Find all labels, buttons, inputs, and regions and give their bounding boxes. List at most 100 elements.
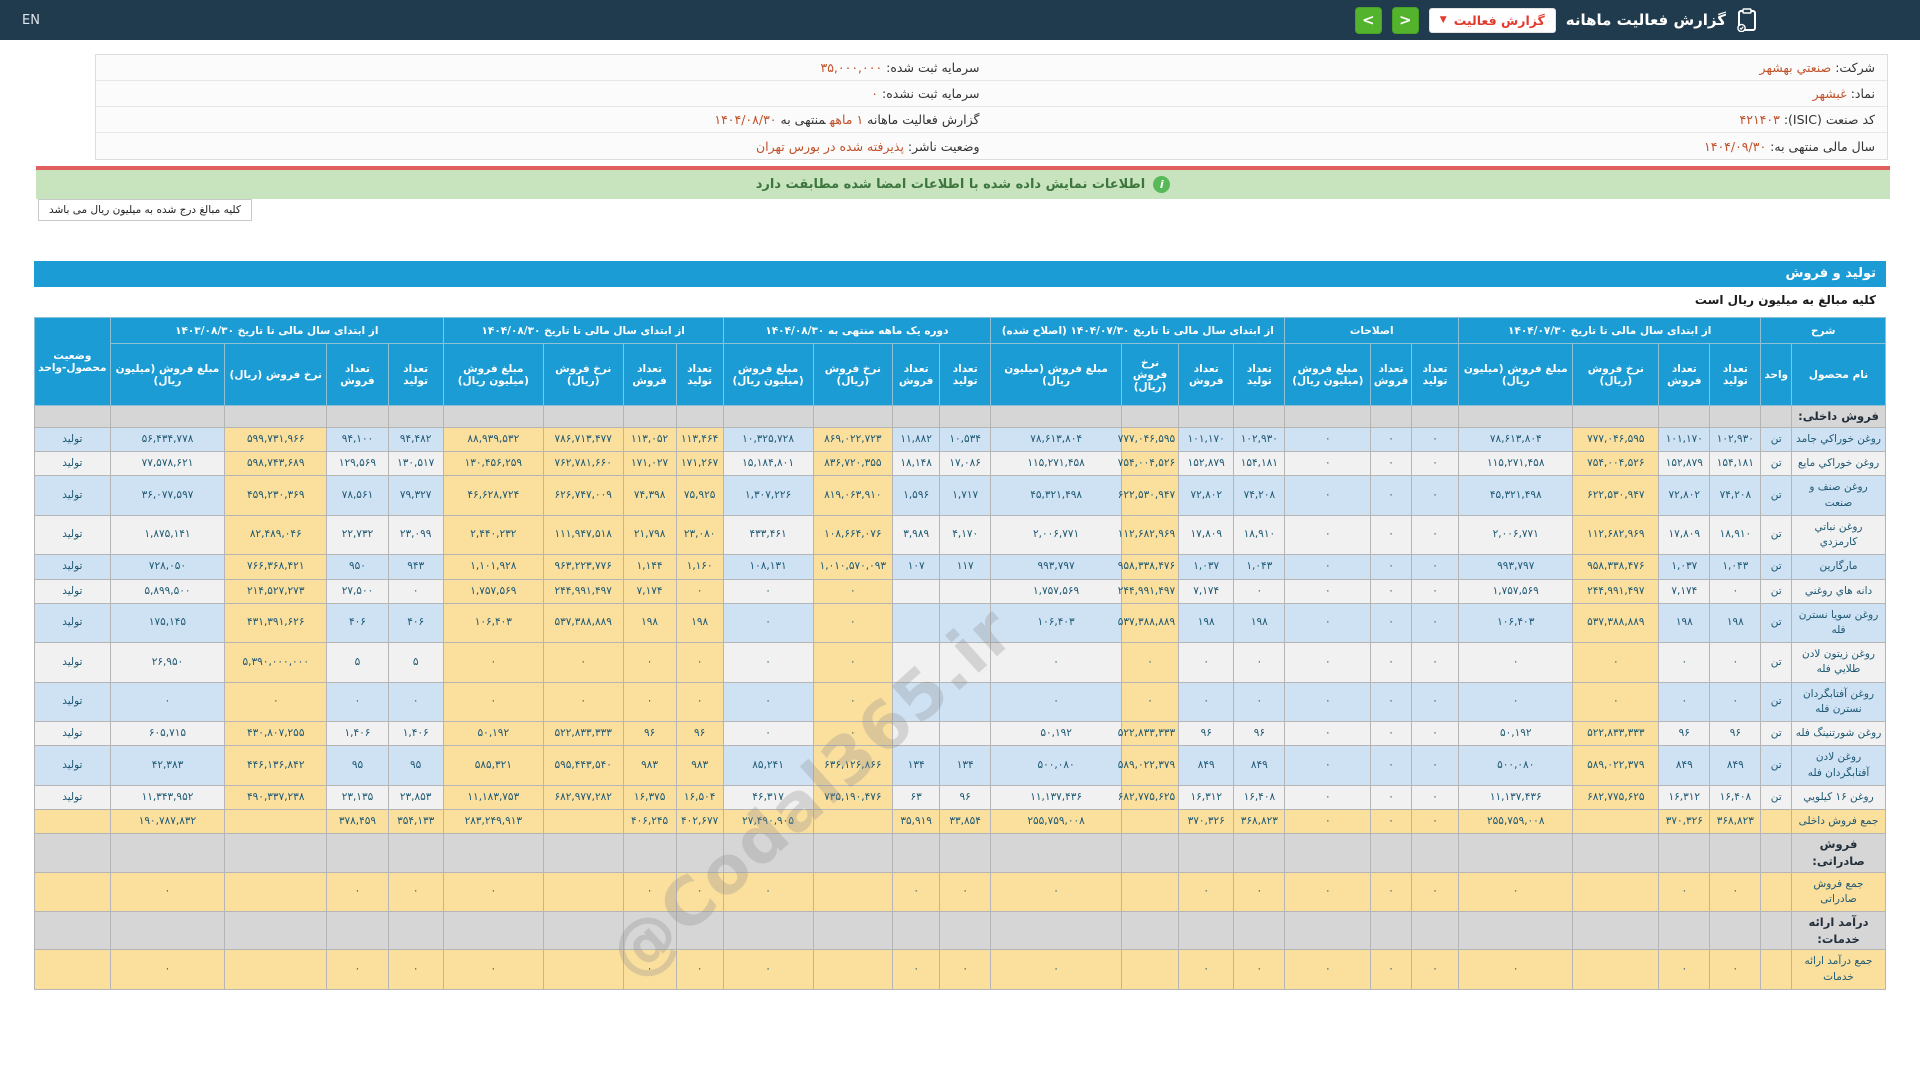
value-cell: ۰ <box>1370 808 1413 835</box>
value-cell: ۰ <box>1370 514 1413 556</box>
table-cell <box>1709 910 1762 951</box>
value-cell: ۷۶۲,۷۸۱,۶۶۰ <box>542 451 624 477</box>
table-row: مارگارين تن ۱,۰۴۳ ۱,۰۳۷ ۹۵۸,۳۳۸,۴۷۶ ۹۹۳,۷۹۷ ۰ ۰… <box>34 554 1886 580</box>
status-cell: تولید <box>34 642 111 683</box>
value-cell: ۶۰۵,۷۱۵ <box>109 721 226 747</box>
value-cell <box>1572 871 1660 912</box>
header-period-g5: از ابتدای سال مالی تا تاریخ ۱۴۰۳/۰۸/۳۰ <box>109 317 444 344</box>
value-cell <box>939 578 992 604</box>
value-cell: ۱,۳۰۷,۲۲۶ <box>722 475 814 516</box>
value-cell: ۰ <box>1370 602 1413 644</box>
value-cell: ۴۶,۶۲۸,۷۲۴ <box>442 475 544 516</box>
info-value: پذیرفته شده در بورس تهران <box>755 138 904 154</box>
info-value: ۴۲۱۴۰۳ <box>1739 112 1780 127</box>
table-cell <box>1284 833 1372 873</box>
value-cell: ۵۹۹,۷۳۱,۹۶۶ <box>224 426 328 453</box>
value-cell: ۱,۱۶۰ <box>675 554 724 580</box>
header-sub-tf: تعداد فروش <box>1370 343 1413 406</box>
value-cell: ۳۷۰,۳۲۶ <box>1178 808 1235 835</box>
value-cell: ۱۱۲,۶۸۲,۹۶۹ <box>1118 514 1180 556</box>
language-toggle-en[interactable]: EN <box>22 13 40 28</box>
table-cell <box>1284 405 1372 428</box>
unit-cell: تن <box>1760 642 1793 683</box>
value-cell: ۴۳۳,۴۶۱ <box>722 514 814 556</box>
value-cell: ۱,۵۹۶ <box>892 475 941 516</box>
value-cell: ۰ <box>1411 475 1460 516</box>
header-sub-nr: نرخ فروش (ریال) <box>1120 343 1180 406</box>
page-title: گزارش فعالیت ماهانه <box>1565 11 1726 29</box>
value-cell: ۴۰۶,۲۴۵ <box>622 808 677 835</box>
value-cell: ۱۷,۸۰۹ <box>1178 514 1235 556</box>
value-cell: ۰ <box>812 721 894 747</box>
value-cell <box>1120 871 1180 912</box>
table-cell <box>1572 405 1660 428</box>
info-cell-right: شرکت:صنعتي بهشهر <box>992 60 1888 75</box>
value-cell: ۳۳,۸۵۴ <box>939 808 992 835</box>
unit-cell: تن <box>1760 426 1793 453</box>
value-cell: ۹۵۰ <box>326 554 389 580</box>
header-period-g3: دوره یک ماهه منتهی به ۱۴۰۴/۰۸/۳۰ <box>722 317 992 344</box>
value-cell: ۰ <box>1370 578 1413 604</box>
value-cell: ۱۹۰,۷۸۷,۸۳۲ <box>109 808 226 835</box>
value-cell: ۱۶,۴۰۸ <box>1709 784 1762 810</box>
value-cell: ۲۳,۱۳۵ <box>326 784 389 810</box>
value-cell: ۰ <box>1233 578 1286 604</box>
table-cell <box>990 405 1122 428</box>
value-cell: ۵۸۵,۳۲۱ <box>442 745 544 786</box>
value-cell <box>892 681 941 723</box>
table-cell <box>1658 405 1711 428</box>
info-value: ۰ <box>871 86 879 101</box>
table-cell <box>1370 910 1413 951</box>
next-report-button[interactable]: < <box>1391 6 1419 34</box>
previous-report-button[interactable]: > <box>1354 6 1382 34</box>
value-cell: ۷۴,۳۹۸ <box>622 475 677 516</box>
value-cell: ۲۷,۴۹۰,۹۰۵ <box>722 808 814 835</box>
million-rial-note: کلیه مبالغ درج شده به میلیون ریال می باش… <box>38 199 252 221</box>
value-cell: ۰ <box>1411 451 1460 477</box>
value-cell: ۲۳,۰۹۹ <box>387 514 444 556</box>
table-cell <box>1411 833 1460 873</box>
table-row: روغن سويا نسترن فله تن ۱۹۸ ۱۹۸ ۵۳۷,۳۸۸,۸۸۹ ۱۰… <box>34 602 1886 644</box>
value-cell: ۶۸۲,۹۷۷,۲۸۲ <box>542 784 624 810</box>
table-cell <box>892 405 941 428</box>
value-cell: ۳,۹۸۹ <box>892 514 941 556</box>
value-cell: ۰ <box>1411 642 1460 683</box>
info-row: شرکت:صنعتي بهشهر سرمایه ثبت شده:۳۵,۰۰۰,۰۰… <box>96 55 1887 81</box>
value-cell: ۰ <box>1120 681 1180 723</box>
value-cell: ۰ <box>1658 871 1711 912</box>
value-cell: ۰ <box>622 642 677 683</box>
value-cell: ۱۱۷ <box>939 554 992 580</box>
value-cell: ۳۶۸,۸۲۳ <box>1233 808 1286 835</box>
value-cell <box>542 949 624 990</box>
status-cell: تولید <box>34 681 111 723</box>
value-cell: ۵۳۷,۳۸۸,۸۸۹ <box>1118 602 1180 644</box>
value-cell: ۳۷۰,۳۲۶ <box>1658 808 1711 835</box>
table-cell <box>326 910 389 951</box>
table-cell <box>1370 833 1413 873</box>
value-cell: ۵۲۲,۸۳۳,۳۳۳ <box>1118 721 1180 747</box>
value-cell: ۰ <box>1709 578 1762 604</box>
value-cell: ۱۱,۸۸۲ <box>892 426 941 453</box>
header-sub-tf: تعداد فروش <box>1658 343 1711 406</box>
value-cell: ۴۶,۳۱۷ <box>722 784 814 810</box>
value-cell: ۰ <box>1411 681 1460 723</box>
info-label: سرمایه ثبت نشده: <box>882 86 980 101</box>
value-cell: ۱۹۸ <box>1709 602 1762 644</box>
value-cell: ۷۵,۹۲۵ <box>675 475 724 516</box>
header-sub-nr: نرخ فروش (ریال) <box>224 343 328 406</box>
value-cell: ۰ <box>109 949 226 990</box>
report-type-dropdown[interactable]: گزارش فعالیت ▼ <box>1428 7 1556 33</box>
value-cell: ۹۵ <box>387 745 444 786</box>
value-cell: ۰ <box>1658 681 1711 723</box>
table-cell <box>622 910 677 951</box>
value-cell: ۹۶ <box>675 721 724 747</box>
table-cell <box>387 910 444 951</box>
value-cell: ۱۷۱,۲۶۷ <box>675 451 724 477</box>
value-cell: ۰ <box>326 949 389 990</box>
product-name-cell: روغن خوراکي جامد <box>1791 426 1886 453</box>
value-cell: ۱۰۸,۶۶۴,۰۷۶ <box>812 514 894 556</box>
table-cell <box>892 910 941 951</box>
value-cell: ۷۲,۸۰۲ <box>1658 475 1711 516</box>
production-sales-table: شرح از ابتدای سال مالی تا تاریخ ۱۴۰۴/۰۷/۳… <box>34 317 1886 990</box>
value-cell: ۰ <box>1458 681 1574 723</box>
